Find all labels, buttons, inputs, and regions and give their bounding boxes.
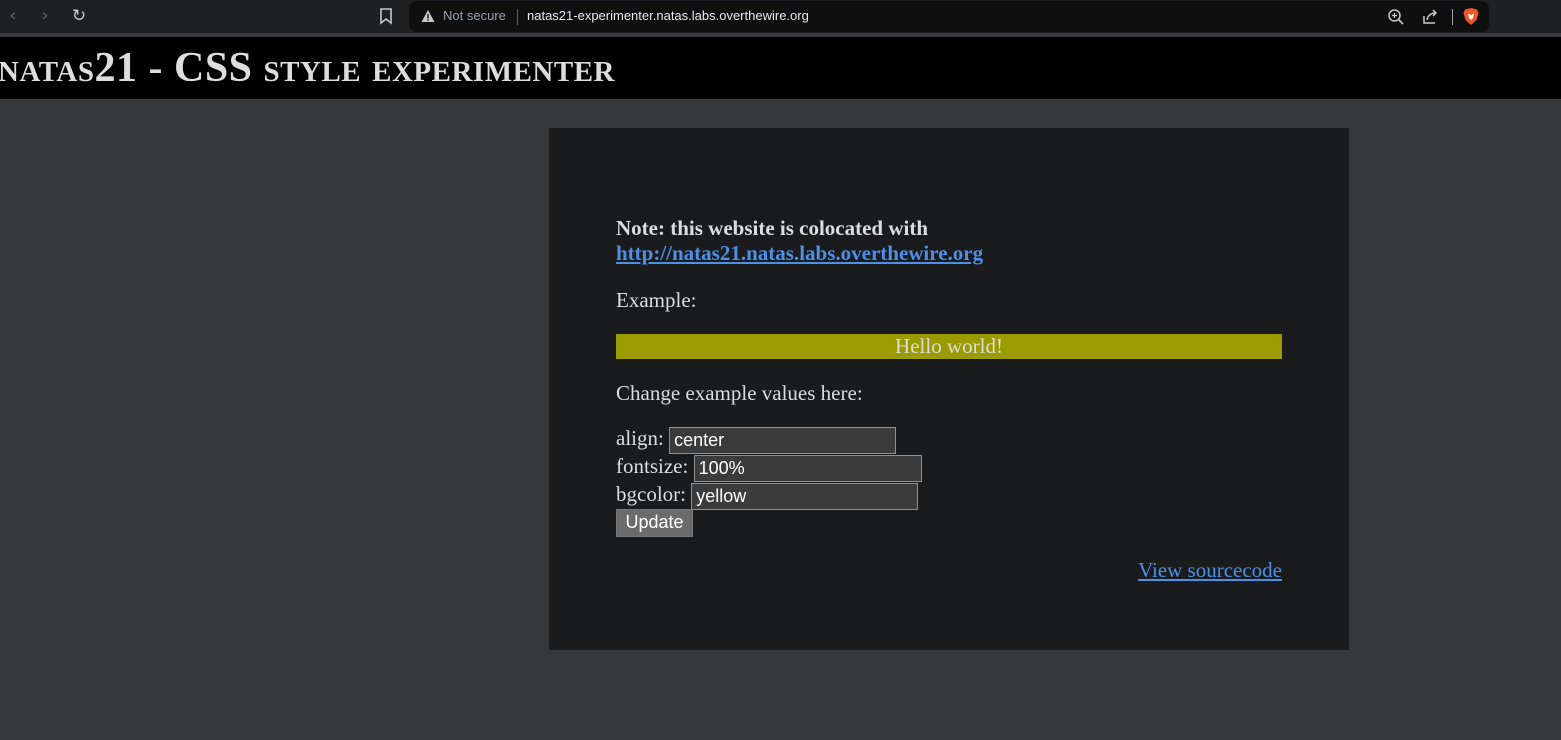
bookmark-icon[interactable] xyxy=(376,6,396,26)
note-text: Note: this website is colocated with xyxy=(616,216,929,240)
fontsize-row: fontsize: xyxy=(616,454,922,482)
page-header: natas21 - CSS style experimenter xyxy=(0,37,1561,99)
bgcolor-label: bgcolor: xyxy=(616,482,686,506)
forward-icon[interactable]: › xyxy=(32,4,58,30)
example-label: Example: xyxy=(616,288,697,312)
view-sourcecode-link[interactable]: View sourcecode xyxy=(1138,558,1282,583)
brave-shield-icon[interactable] xyxy=(1462,7,1480,26)
fontsize-label: fontsize: xyxy=(616,454,689,478)
fontsize-input[interactable] xyxy=(693,454,922,482)
content-panel: Note: this website is colocated with htt… xyxy=(549,128,1349,650)
url-text[interactable]: natas21-experimenter.natas.labs.overthew… xyxy=(527,8,809,23)
bgcolor-input[interactable] xyxy=(691,482,919,510)
url-divider xyxy=(517,9,518,25)
address-bar[interactable]: Not secure natas21-experimenter.natas.la… xyxy=(409,1,1489,32)
url-divider-right xyxy=(1452,9,1453,25)
page-title: natas21 - CSS style experimenter xyxy=(0,45,615,91)
align-input[interactable] xyxy=(669,426,897,454)
align-label: align: xyxy=(616,426,664,450)
warning-icon[interactable] xyxy=(421,9,435,23)
zoom-icon[interactable] xyxy=(1387,8,1405,26)
colocation-note: Note: this website is colocated with htt… xyxy=(616,216,983,266)
bgcolor-row: bgcolor: xyxy=(616,482,919,510)
share-icon[interactable] xyxy=(1421,8,1439,26)
change-values-label: Change example values here: xyxy=(616,381,863,405)
align-row: align: xyxy=(616,426,897,454)
example-preview: Hello world! xyxy=(616,334,1282,359)
reload-icon[interactable]: ↻ xyxy=(66,4,92,30)
browser-toolbar: ‹ › ↻ Not secure natas21-experimenter.na… xyxy=(0,0,1561,33)
natas21-link[interactable]: http://natas21.natas.labs.overthewire.or… xyxy=(616,241,983,265)
back-icon[interactable]: ‹ xyxy=(0,4,26,30)
security-status[interactable]: Not secure xyxy=(443,8,506,23)
update-button[interactable]: Update xyxy=(616,509,693,537)
